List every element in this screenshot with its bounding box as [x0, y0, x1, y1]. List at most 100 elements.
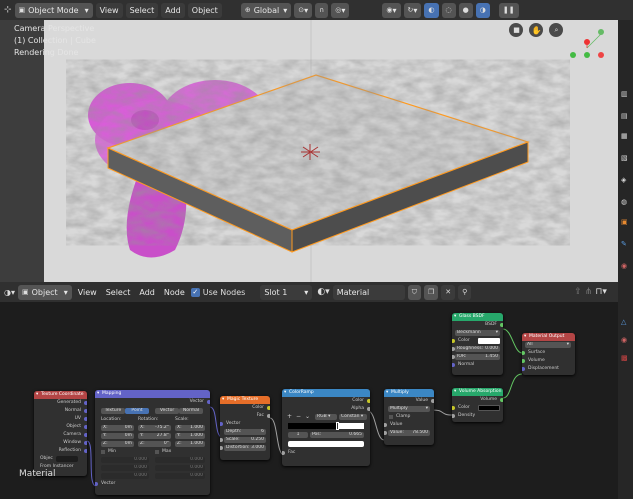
node-material-output[interactable]: Material Output All▾ Surface Volume Disp… — [522, 333, 575, 375]
min-y-field[interactable]: 0.000 — [101, 465, 149, 471]
location-y-field[interactable]: Y: 0m — [101, 433, 134, 439]
socket[interactable] — [522, 351, 525, 355]
socket[interactable] — [452, 363, 455, 367]
remove-stop-icon[interactable]: − — [296, 413, 301, 421]
node-menu-view[interactable]: View — [75, 288, 100, 297]
min-x-field[interactable]: 0.000 — [101, 457, 149, 463]
proportional-toggle[interactable]: ◎ ▾ — [331, 2, 350, 18]
socket[interactable] — [384, 423, 387, 427]
fake-user-button[interactable]: ⛉ — [407, 284, 421, 300]
zoom-icon[interactable]: ⌕ — [551, 25, 562, 35]
scale-x-field[interactable]: X: 1.000 — [175, 425, 205, 431]
world-icon[interactable]: ◍ — [621, 198, 627, 206]
node-snap-icon[interactable]: ⊓▾ — [595, 287, 607, 297]
node-volume-absorption[interactable]: Volume Absorption Volume Color Density — [452, 388, 503, 422]
material-icon[interactable]: ◉ — [621, 336, 627, 344]
rotation-z-field[interactable]: Z: 0° — [138, 441, 171, 447]
socket[interactable] — [95, 482, 98, 486]
socket[interactable] — [267, 414, 270, 418]
node-mapping[interactable]: Mapping Vector Texture Point Vector Norm… — [95, 390, 210, 495]
mode-dropdown[interactable]: ▣ Object Mode ▾ — [14, 2, 93, 18]
node-menu-node[interactable]: Node — [161, 288, 188, 297]
node-editor-canvas[interactable]: Texture Coordinate Generated Normal UV O… — [0, 302, 618, 499]
menu-view[interactable]: View — [95, 2, 123, 18]
tool-icon[interactable]: ▥ — [621, 90, 628, 98]
parent-tree-icon[interactable]: ⇪ — [574, 287, 582, 297]
socket[interactable] — [384, 431, 387, 435]
node-menu-select[interactable]: Select — [103, 288, 134, 297]
distortion-field[interactable]: Distortion: 3.000 — [224, 445, 266, 451]
socket[interactable] — [500, 323, 503, 327]
socket[interactable] — [282, 451, 285, 455]
slot-dropdown[interactable]: Slot 1 ▾ — [260, 284, 313, 300]
socket[interactable] — [84, 441, 87, 445]
visibility-dropdown[interactable]: ◉ ▾ — [382, 2, 401, 18]
3d-viewport[interactable]: ■ ✋ ⌕ Camera Perspective (1) Collection … — [0, 20, 618, 282]
snap-node-icon[interactable]: ⋔ — [585, 287, 593, 297]
scale-y-field[interactable]: Y: 1.000 — [175, 433, 205, 439]
socket[interactable] — [452, 406, 455, 410]
texture-icon[interactable]: ▩ — [621, 354, 628, 362]
color-mode-dropdown[interactable]: RGB ▾ — [315, 414, 337, 420]
socket[interactable] — [431, 399, 434, 403]
node-magic-texture[interactable]: Magic Texture Color Fac Vector Depth:6 S… — [220, 396, 270, 460]
scale-z-field[interactable]: Z: 1.000 — [175, 441, 205, 447]
tab-point[interactable]: Point — [125, 408, 149, 414]
location-z-field[interactable]: Z: 0m — [101, 441, 134, 447]
node-editor-type-icon[interactable]: ◑▾ — [4, 288, 15, 297]
shading-solid[interactable]: ◌ — [441, 2, 456, 18]
shader-type-dropdown[interactable]: ▣ Object ▾ — [18, 284, 72, 300]
stop-color-swatch[interactable] — [288, 441, 364, 447]
material-name-field[interactable]: Material — [332, 284, 405, 300]
node-glass-bsdf[interactable]: Glass BSDF BSDF Beckmann▾ Color Roughnes… — [452, 313, 503, 375]
socket[interactable] — [267, 406, 270, 410]
pan-hand-icon[interactable]: ✋ — [531, 25, 542, 35]
stop-position-field[interactable]: Pos: 0.665 — [310, 432, 364, 438]
menu-add[interactable]: Add — [161, 2, 185, 18]
socket[interactable] — [522, 367, 525, 371]
socket[interactable] — [84, 409, 87, 413]
data-icon[interactable]: △ — [621, 318, 626, 326]
pin-button[interactable]: ⚲ — [458, 284, 472, 300]
min-z-field[interactable]: 0.000 — [101, 473, 149, 479]
camera-view-icon[interactable]: ■ — [511, 25, 522, 35]
color-swatch[interactable] — [478, 405, 500, 411]
add-stop-icon[interactable]: + — [287, 413, 292, 421]
socket[interactable] — [367, 407, 370, 411]
socket[interactable] — [84, 401, 87, 405]
socket[interactable] — [84, 417, 87, 421]
socket[interactable] — [522, 359, 525, 363]
material-sphere-icon[interactable]: ◐▾ — [317, 287, 329, 297]
socket[interactable] — [452, 414, 455, 418]
transform-orientation-dropdown[interactable]: ⊕ Global ▾ — [240, 2, 292, 18]
menu-select[interactable]: Select — [125, 2, 159, 18]
location-x-field[interactable]: X: 0m — [101, 425, 134, 431]
tab-normal[interactable]: Normal — [179, 408, 203, 414]
node-multiply[interactable]: Multiply Value Multiply▾ Clamp Value Val… — [384, 389, 434, 445]
tab-vector[interactable]: Vector — [155, 408, 179, 414]
unlink-material-button[interactable]: ✕ — [441, 284, 456, 300]
node-colorramp[interactable]: ColorRamp Color Alpha + − ⌄ RGB ▾ Consta… — [282, 389, 370, 466]
overlay-toggle[interactable]: ◐ — [424, 2, 439, 18]
depth-field[interactable]: Depth: 6 — [224, 429, 266, 435]
ramp-menu-icon[interactable]: ⌄ — [305, 413, 310, 421]
max-x-field[interactable]: 0.000 — [155, 457, 205, 463]
scale-field[interactable]: Scale: 0.250 — [224, 437, 266, 443]
view-layer-icon[interactable]: ▧ — [621, 154, 628, 162]
socket[interactable] — [84, 425, 87, 429]
max-y-field[interactable]: 0.000 — [155, 465, 205, 471]
socket[interactable] — [452, 339, 455, 343]
tab-texture[interactable]: Texture — [101, 408, 125, 414]
object-picker[interactable] — [56, 456, 78, 462]
ramp-stop-handle[interactable] — [336, 422, 339, 430]
target-dropdown[interactable]: All ▾ — [525, 342, 571, 348]
min-checkbox[interactable] — [101, 450, 105, 454]
distribution-dropdown[interactable]: Beckmann ▾ — [455, 330, 500, 336]
socket[interactable] — [367, 399, 370, 403]
value-field[interactable]: Value: 78.500 — [388, 430, 430, 436]
shading-rendered[interactable]: ◑ — [475, 2, 490, 18]
rotation-y-field[interactable]: Y: 27.8° — [138, 433, 171, 439]
socket[interactable] — [220, 446, 223, 450]
gizmo-dropdown[interactable]: ↻ ▾ — [403, 2, 422, 18]
ior-field[interactable]: IOR: 1.450 — [455, 354, 500, 360]
